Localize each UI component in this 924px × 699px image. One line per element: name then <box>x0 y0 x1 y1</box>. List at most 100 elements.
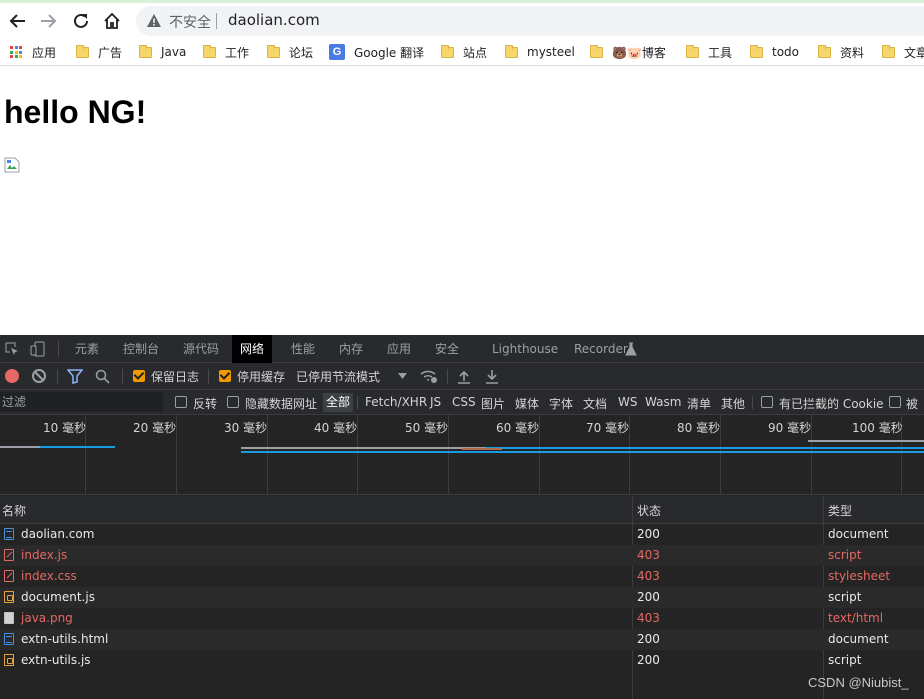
waterfall-bar <box>241 451 924 453</box>
bookmark-folder[interactable]: mysteel <box>505 43 575 61</box>
table-row[interactable]: java.png 403 text/html <box>0 608 924 629</box>
timeline-tick: 50 毫秒 <box>405 421 449 435</box>
filter-type-media[interactable]: 媒体 <box>515 395 539 412</box>
warning-icon <box>147 14 161 27</box>
tab-network[interactable]: 网络 <box>232 335 273 363</box>
invert-checkbox[interactable] <box>175 396 187 408</box>
tab-console[interactable]: 控制台 <box>117 335 165 363</box>
hide-data-urls-checkbox[interactable] <box>227 396 239 408</box>
bookmark-folder[interactable]: 站点 <box>441 43 487 61</box>
devtools-tab-bar: 元素 控制台 源代码 网络 性能 内存 应用 安全 Lighthouse Rec… <box>0 335 924 363</box>
network-conditions-icon[interactable] <box>420 369 438 384</box>
filter-type-css[interactable]: CSS <box>452 395 476 409</box>
tab-security[interactable]: 安全 <box>429 335 465 363</box>
preserve-log-checkbox[interactable] <box>133 370 145 382</box>
blocked-requests-checkbox[interactable] <box>889 396 901 408</box>
timeline-tick: 60 毫秒 <box>496 421 540 435</box>
reload-button[interactable] <box>69 9 93 33</box>
chevron-down-icon[interactable] <box>398 373 407 379</box>
table-row[interactable]: daolian.com 200 document <box>0 524 924 545</box>
bookmark-folder[interactable]: todo <box>750 43 799 61</box>
bookmark-apps[interactable]: 应用 <box>10 43 56 61</box>
timeline-gridline <box>267 415 268 495</box>
preserve-log-label: 保留日志 <box>151 370 200 384</box>
folder-icon <box>267 44 280 58</box>
waterfall-bar <box>486 447 924 449</box>
bookmark-google-translate[interactable]: G Google 翻译 <box>329 43 424 61</box>
bookmark-folder[interactable]: 论坛 <box>267 43 313 61</box>
bookmark-label: 论坛 <box>289 45 314 60</box>
timeline-tick: 90 毫秒 <box>768 421 812 435</box>
controls-separator <box>208 369 209 384</box>
request-name: extn-utils.js <box>21 653 91 667</box>
tab-sources[interactable]: 源代码 <box>177 335 225 363</box>
watermark-text: CSDN @Niubist_ <box>808 675 909 690</box>
filter-icon[interactable] <box>67 369 83 384</box>
device-toolbar-icon[interactable] <box>30 341 46 357</box>
tab-application[interactable]: 应用 <box>381 335 417 363</box>
request-status: 200 <box>637 653 660 667</box>
download-icon[interactable] <box>485 369 499 384</box>
filter-type-img[interactable]: 图片 <box>481 395 505 412</box>
folder-icon <box>76 44 89 58</box>
filter-type-wasm[interactable]: Wasm <box>645 395 681 409</box>
forward-button[interactable] <box>36 9 60 33</box>
disable-cache-checkbox[interactable] <box>219 370 231 382</box>
broken-image-icon <box>4 157 20 173</box>
bookmark-label: 站点 <box>463 45 488 60</box>
bookmark-folder[interactable]: 工具 <box>686 43 732 61</box>
blocked-cookies-label: 有已拦截的 Cookie <box>779 397 884 411</box>
table-row[interactable]: index.css 403 stylesheet <box>0 566 924 587</box>
disable-cache-label: 停用缓存 <box>237 370 286 384</box>
filter-type-ws[interactable]: WS <box>618 395 637 409</box>
tab-elements[interactable]: 元素 <box>69 335 105 363</box>
folder-icon <box>441 44 454 58</box>
table-row[interactable]: index.js 403 script <box>0 545 924 566</box>
bookmark-label: mysteel <box>527 45 575 59</box>
filter-input[interactable]: 过滤 <box>0 392 163 412</box>
column-header-status[interactable]: 状态 <box>637 502 661 519</box>
column-header-type[interactable]: 类型 <box>828 502 852 519</box>
column-header-name[interactable]: 名称 <box>2 502 26 519</box>
table-row[interactable]: extn-utils.html 200 document <box>0 629 924 650</box>
tab-memory[interactable]: 内存 <box>333 335 369 363</box>
filter-type-all[interactable]: 全部 <box>323 393 354 412</box>
request-status: 403 <box>637 569 660 583</box>
table-row[interactable]: document.js 200 script <box>0 587 924 608</box>
filter-type-js[interactable]: JS <box>430 395 441 409</box>
back-button[interactable] <box>6 9 30 33</box>
bookmark-folder[interactable]: 工作 <box>203 43 249 61</box>
filter-type-doc[interactable]: 文档 <box>583 395 607 412</box>
bookmark-folder[interactable]: 🐻🐷博客 <box>590 43 666 61</box>
tab-performance[interactable]: 性能 <box>285 335 321 363</box>
bookmark-folder[interactable]: 资料 <box>818 43 864 61</box>
filter-type-other[interactable]: 其他 <box>721 395 745 412</box>
filter-type-font[interactable]: 字体 <box>549 395 573 412</box>
record-button[interactable] <box>5 369 19 383</box>
filter-type-manifest[interactable]: 清单 <box>687 395 711 412</box>
bookmark-folder[interactable]: 广告 <box>76 43 122 61</box>
reload-icon <box>74 13 88 28</box>
blocked-cookies-checkbox[interactable] <box>761 396 773 408</box>
bookmark-folder[interactable]: 文章 <box>882 43 924 61</box>
throttling-select[interactable]: 已停用节流模式 <box>296 368 380 385</box>
request-name: java.png <box>21 611 73 625</box>
table-row[interactable]: extn-utils.js 200 script <box>0 650 924 671</box>
filter-type-fetch[interactable]: Fetch/XHR <box>365 395 427 409</box>
search-icon[interactable] <box>95 369 110 384</box>
folder-icon <box>750 44 763 58</box>
tab-recorder[interactable]: Recorder <box>568 335 634 363</box>
bookmark-folder[interactable]: Java <box>139 43 186 61</box>
timeline-overview[interactable]: 10 毫秒 20 毫秒 30 毫秒 40 毫秒 50 毫秒 60 毫秒 70 毫… <box>0 415 924 495</box>
request-type: script <box>828 590 862 604</box>
controls-separator <box>57 369 58 384</box>
address-bar[interactable]: 不安全 daolian.com <box>136 6 924 36</box>
home-button[interactable] <box>100 9 124 33</box>
invert-label: 反转 <box>193 397 218 411</box>
clear-button[interactable] <box>32 369 46 383</box>
tab-lighthouse[interactable]: Lighthouse <box>486 335 564 363</box>
insecure-label[interactable]: 不安全 <box>169 12 211 32</box>
url-text[interactable]: daolian.com <box>228 11 320 29</box>
upload-icon[interactable] <box>457 369 471 384</box>
inspect-element-icon[interactable] <box>4 341 20 357</box>
